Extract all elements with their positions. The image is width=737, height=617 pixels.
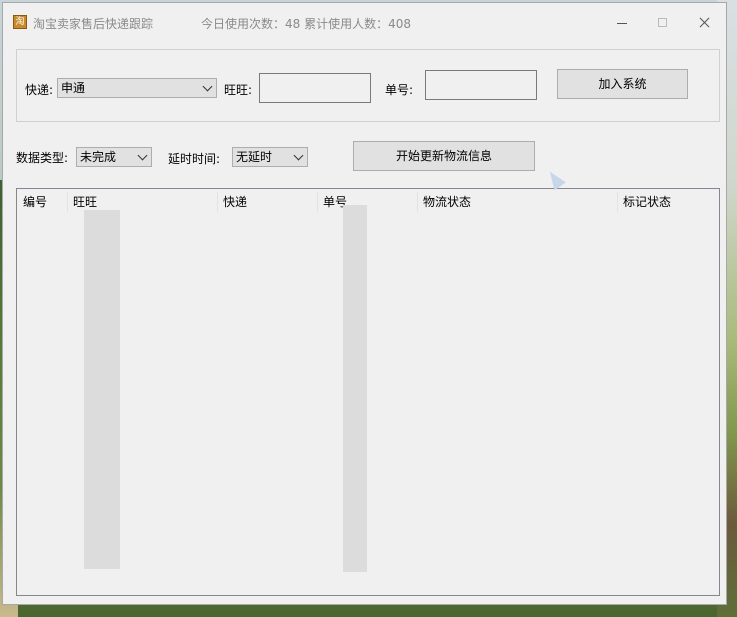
maximize-icon[interactable]: [643, 11, 683, 33]
add-entry-groupbox: 快递: 申通 旺旺: 单号: 加入系统: [16, 49, 720, 122]
delay-label: 延时时间:: [168, 152, 221, 166]
chevron-down-icon: [137, 150, 148, 161]
data-type-select-value: 未完成: [80, 150, 117, 164]
data-type-select[interactable]: 未完成: [76, 147, 152, 167]
usage-stats: 今日使用次数：48 累计使用人数：408: [201, 17, 411, 31]
redacted-tracking-column: [343, 205, 367, 572]
tracking-list[interactable]: 编号 旺旺 快递 单号 物流状态 标记状态: [16, 188, 720, 596]
column-header-express[interactable]: 快递: [217, 189, 317, 215]
chevron-down-icon: [293, 150, 304, 161]
add-to-system-button[interactable]: 加入系统: [557, 69, 688, 99]
app-window: 淘 淘宝卖家售后快递跟踪 今日使用次数：48 累计使用人数：408 快递: 申通…: [2, 2, 727, 605]
column-header-id[interactable]: 编号: [17, 189, 67, 215]
express-select-value: 申通: [61, 81, 86, 95]
express-select[interactable]: 申通: [57, 78, 217, 98]
chevron-down-icon: [202, 81, 213, 92]
delay-select[interactable]: 无延时: [232, 147, 308, 167]
start-update-logistics-button[interactable]: 开始更新物流信息: [353, 141, 535, 171]
tracking-number-input[interactable]: [425, 70, 537, 100]
express-label: 快递:: [25, 83, 54, 97]
wangwang-label: 旺旺:: [224, 83, 253, 97]
wangwang-input[interactable]: [259, 73, 371, 103]
column-header-tracking-number[interactable]: 单号: [317, 189, 417, 215]
close-icon[interactable]: [685, 11, 725, 33]
delay-select-value: 无延时: [236, 150, 273, 164]
window-title: 淘宝卖家售后快递跟踪: [33, 17, 154, 31]
data-type-label: 数据类型:: [16, 151, 69, 165]
column-header-mark-status[interactable]: 标记状态: [617, 189, 717, 215]
tracking-label: 单号:: [385, 83, 414, 97]
column-header-logistics-status[interactable]: 物流状态: [417, 189, 617, 215]
minimize-icon[interactable]: [603, 11, 643, 33]
redacted-wangwang-column: [84, 210, 120, 569]
app-icon: 淘: [13, 15, 27, 29]
title-bar[interactable]: 淘 淘宝卖家售后快递跟踪 今日使用次数：48 累计使用人数：408: [3, 3, 726, 39]
